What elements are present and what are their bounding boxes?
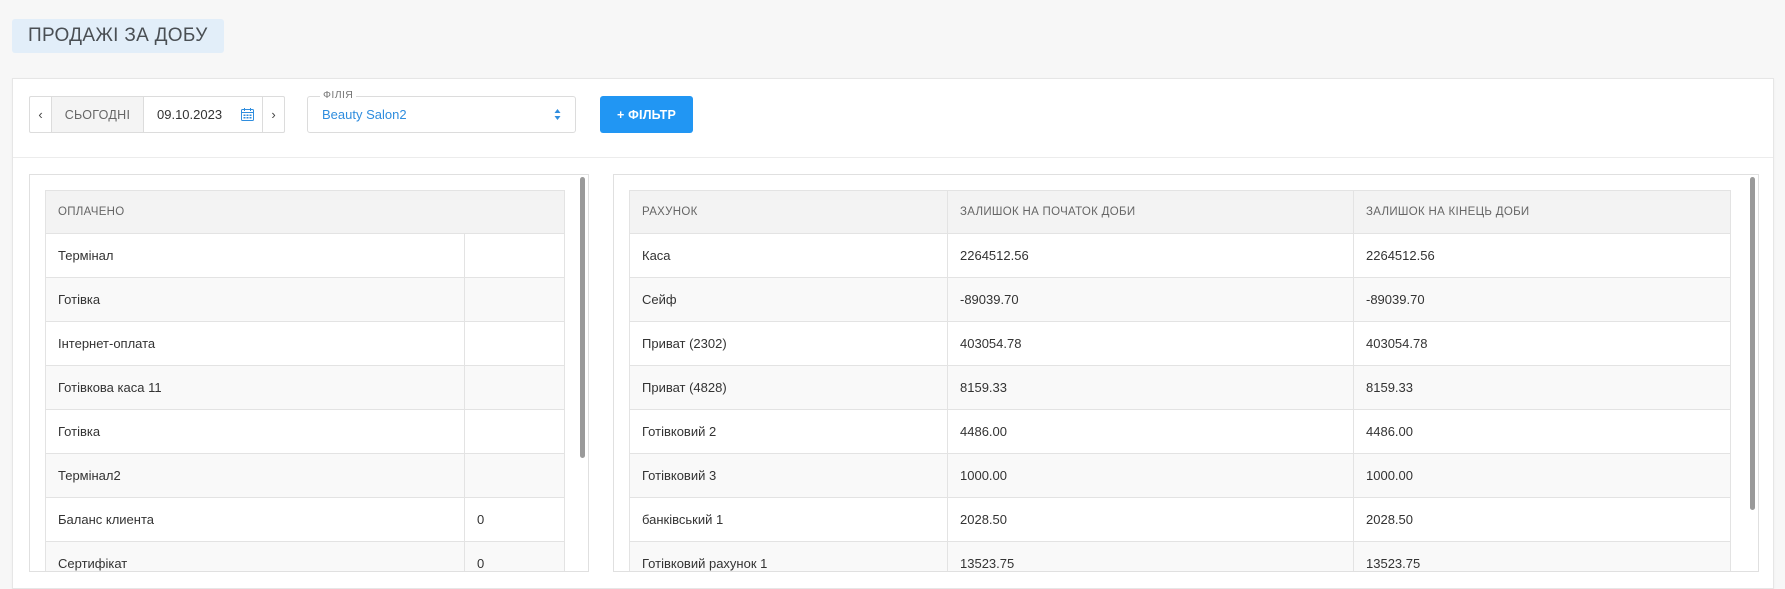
payment-amount (464, 277, 565, 322)
account-name: Приват (2302) (629, 321, 948, 366)
page-title: ПРОДАЖІ ЗА ДОБУ (12, 19, 224, 53)
table-row: Термінал2 (45, 453, 565, 498)
branch-label: ФІЛІЯ (320, 89, 357, 101)
account-name: Приват (4828) (629, 365, 948, 410)
end-balance: 8159.33 (1353, 365, 1731, 410)
paid-panel: ОПЛАЧЕНО Термінал Готівка Інтернет-оплат… (29, 174, 589, 572)
date-field[interactable]: 09.10.2023 (144, 97, 262, 132)
end-balance: 4486.00 (1353, 409, 1731, 454)
table-row: Сейф -89039.70 -89039.70 (629, 277, 1731, 322)
account-name: Готівковий 3 (629, 453, 948, 498)
start-balance: 4486.00 (947, 409, 1354, 454)
date-picker-group: ‹ СЬОГОДНІ 09.10.2023 › (29, 96, 285, 133)
account-name: Сейф (629, 277, 948, 322)
prev-day-button[interactable]: ‹ (30, 97, 52, 132)
end-balance-header: ЗАЛИШОК НА КІНЕЦЬ ДОБИ (1353, 190, 1731, 234)
table-row: Інтернет-оплата (45, 321, 565, 366)
payment-amount (464, 409, 565, 454)
table-row: Готівка (45, 409, 565, 454)
table-row: Готівковий 2 4486.00 4486.00 (629, 409, 1731, 454)
account-name: Готівковий рахунок 1 (629, 541, 948, 571)
start-balance: -89039.70 (947, 277, 1354, 322)
report-card: ‹ СЬОГОДНІ 09.10.2023 › ФІЛІЯ Beauty Sal… (12, 78, 1774, 589)
payment-method: Готівкова каса 11 (45, 365, 465, 410)
paid-header: ОПЛАЧЕНО (45, 190, 565, 234)
toolbar: ‹ СЬОГОДНІ 09.10.2023 › ФІЛІЯ Beauty Sal… (13, 79, 1773, 158)
start-balance-header: ЗАЛИШОК НА ПОЧАТОК ДОБИ (947, 190, 1354, 234)
next-day-button[interactable]: › (262, 97, 284, 132)
payment-method: Баланс клиента (45, 497, 465, 542)
table-row: Баланс клиента 0 (45, 497, 565, 542)
table-row: Готівковий 3 1000.00 1000.00 (629, 453, 1731, 498)
table-row: Термінал (45, 233, 565, 278)
table-row: Готівкова каса 11 (45, 365, 565, 410)
payment-method: Сертифікат (45, 541, 465, 571)
table-row: Приват (4828) 8159.33 8159.33 (629, 365, 1731, 410)
payment-amount: 0 (464, 497, 565, 542)
payment-method: Готівка (45, 409, 465, 454)
end-balance: -89039.70 (1353, 277, 1731, 322)
end-balance: 2028.50 (1353, 497, 1731, 542)
start-balance: 403054.78 (947, 321, 1354, 366)
paid-scrollbar[interactable] (580, 177, 585, 458)
payment-amount (464, 453, 565, 498)
start-balance: 13523.75 (947, 541, 1354, 571)
payment-method: Термінал (45, 233, 465, 278)
accounts-scrollbar[interactable] (1750, 177, 1755, 510)
table-row: банківський 1 2028.50 2028.50 (629, 497, 1731, 542)
payment-amount (464, 321, 565, 366)
accounts-panel: РАХУНОК ЗАЛИШОК НА ПОЧАТОК ДОБИ ЗАЛИШОК … (613, 174, 1759, 572)
paid-table: ОПЛАЧЕНО Термінал Готівка Інтернет-оплат… (45, 190, 565, 571)
account-name: банківський 1 (629, 497, 948, 542)
end-balance: 403054.78 (1353, 321, 1731, 366)
start-balance: 8159.33 (947, 365, 1354, 410)
table-row: Каса 2264512.56 2264512.56 (629, 233, 1731, 278)
date-value: 09.10.2023 (157, 107, 223, 122)
payment-amount (464, 233, 565, 278)
today-button[interactable]: СЬОГОДНІ (52, 97, 144, 132)
start-balance: 2264512.56 (947, 233, 1354, 278)
start-balance: 2028.50 (947, 497, 1354, 542)
payment-amount (464, 365, 565, 410)
end-balance: 13523.75 (1353, 541, 1731, 571)
branch-value: Beauty Salon2 (322, 107, 407, 122)
table-row: Приват (2302) 403054.78 403054.78 (629, 321, 1731, 366)
payment-amount: 0 (464, 541, 565, 571)
branch-select[interactable]: ФІЛІЯ Beauty Salon2 (307, 89, 576, 133)
add-filter-button[interactable]: + ФІЛЬТР (600, 96, 693, 133)
table-row: Сертифікат 0 (45, 541, 565, 571)
payment-method: Інтернет-оплата (45, 321, 465, 366)
account-name: Готівковий 2 (629, 409, 948, 454)
accounts-table: РАХУНОК ЗАЛИШОК НА ПОЧАТОК ДОБИ ЗАЛИШОК … (629, 190, 1731, 571)
account-header: РАХУНОК (629, 190, 948, 234)
end-balance: 1000.00 (1353, 453, 1731, 498)
sort-arrows-icon (554, 109, 561, 120)
table-row: Готівковий рахунок 1 13523.75 13523.75 (629, 541, 1731, 571)
account-name: Каса (629, 233, 948, 278)
calendar-icon[interactable] (241, 108, 254, 121)
payment-method: Готівка (45, 277, 465, 322)
table-row: Готівка (45, 277, 565, 322)
start-balance: 1000.00 (947, 453, 1354, 498)
payment-method: Термінал2 (45, 453, 465, 498)
end-balance: 2264512.56 (1353, 233, 1731, 278)
